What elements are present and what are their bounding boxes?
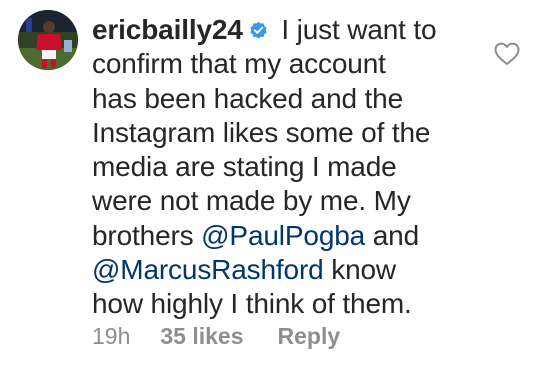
comment: ericbailly24 I just want to confirm that… bbox=[0, 0, 548, 368]
comment-text-after-mention-2: know bbox=[323, 254, 396, 286]
comment-line-3: has been hacked and the bbox=[92, 82, 404, 114]
comment-text: ericbailly24 I just want to confirm that… bbox=[92, 13, 492, 322]
comment-line-2: confirm that my account bbox=[92, 48, 386, 80]
likes-count[interactable]: 35 likes bbox=[160, 322, 243, 350]
comment-line-9: how highly I think of them. bbox=[92, 288, 412, 320]
comment-line-4: Instagram likes some of the bbox=[92, 116, 431, 148]
mention-paulpogba[interactable]: @PaulPogba bbox=[201, 220, 365, 251]
comment-timestamp[interactable]: 19h bbox=[92, 322, 130, 350]
comment-meta: 19h 35 likes Reply bbox=[92, 322, 340, 350]
avatar-image bbox=[18, 10, 78, 70]
verified-badge-icon bbox=[250, 21, 267, 39]
comment-text-after-mention-1: and bbox=[365, 219, 419, 251]
heart-outline-icon[interactable] bbox=[494, 42, 520, 66]
comment-line-6: were not made by me. My bbox=[92, 185, 411, 217]
comment-line-5: media are stating I made bbox=[92, 151, 397, 183]
mention-marcusrashford[interactable]: @MarcusRashford bbox=[92, 254, 324, 285]
reply-button[interactable]: Reply bbox=[278, 322, 341, 350]
username-link[interactable]: ericbailly24 bbox=[92, 14, 243, 45]
comment-line-7: brothers bbox=[92, 219, 202, 251]
comment-line-1: I just want to bbox=[273, 14, 437, 45]
avatar[interactable] bbox=[18, 10, 78, 70]
